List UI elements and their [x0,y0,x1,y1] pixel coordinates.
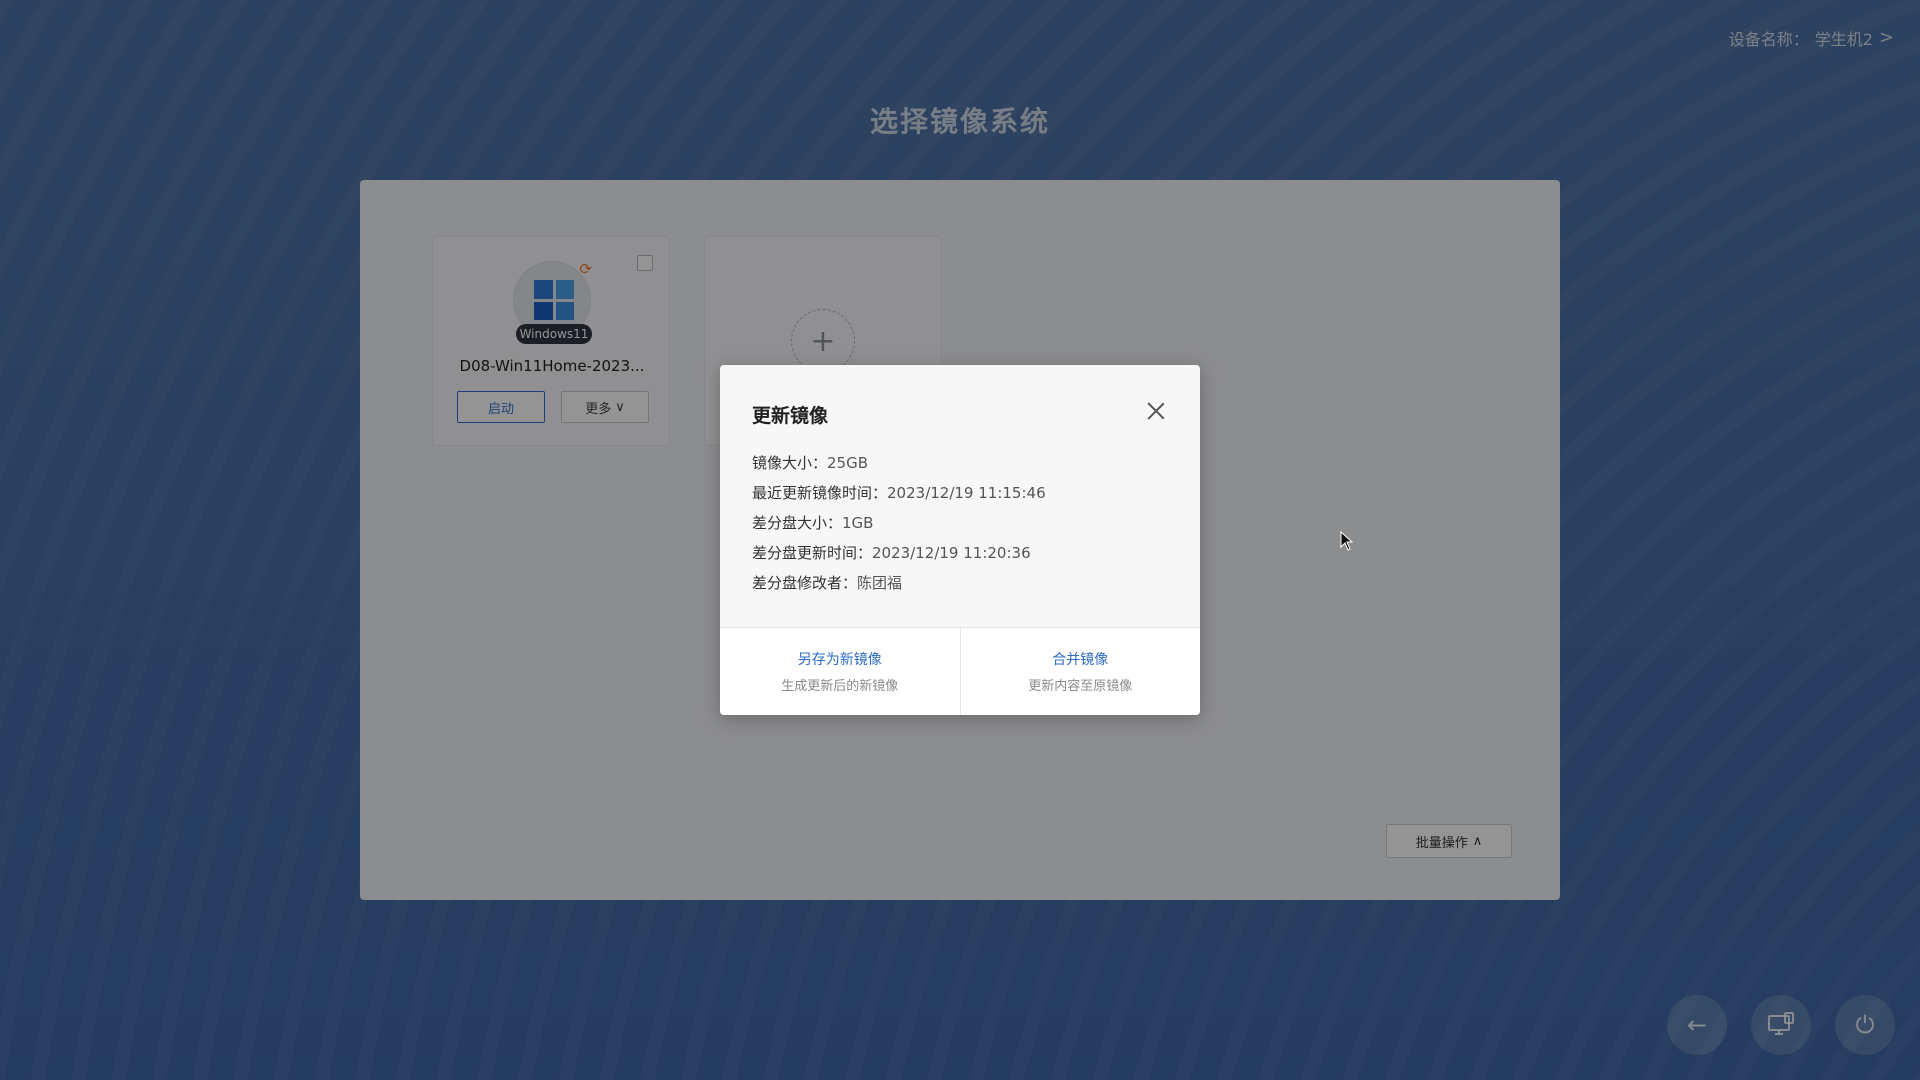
info-label: 差分盘修改者： [752,574,858,592]
mouse-cursor-icon [1340,531,1354,551]
info-row-image-size: 镜像大小：25GB [752,448,1046,478]
update-image-dialog: 更新镜像 镜像大小：25GB 最近更新镜像时间：2023/12/19 11:15… [720,365,1200,715]
info-label: 最近更新镜像时间： [752,484,888,502]
dialog-actions: 另存为新镜像 生成更新后的新镜像 合并镜像 更新内容至原镜像 [720,627,1200,715]
action-secondary-label: 更新内容至原镜像 [1028,679,1133,694]
image-info-list: 镜像大小：25GB 最近更新镜像时间：2023/12/19 11:15:46 差… [752,448,1046,598]
info-value: 1GB [842,514,874,532]
action-primary-label: 另存为新镜像 [797,652,882,668]
info-label: 差分盘大小： [752,514,843,532]
merge-image-button[interactable]: 合并镜像 更新内容至原镜像 [959,628,1201,715]
info-row-diff-modifier: 差分盘修改者：陈团福 [752,568,1046,598]
close-icon[interactable] [1146,401,1166,421]
action-secondary-label: 生成更新后的新镜像 [781,679,899,694]
save-as-new-image-button[interactable]: 另存为新镜像 生成更新后的新镜像 [720,628,960,715]
action-primary-label: 合并镜像 [1052,652,1109,668]
info-value: 2023/12/19 11:15:46 [887,484,1046,502]
info-value: 陈团福 [857,574,903,592]
info-label: 差分盘更新时间： [752,544,873,562]
info-row-diff-size: 差分盘大小：1GB [752,508,1046,538]
info-row-diff-update: 差分盘更新时间：2023/12/19 11:20:36 [752,538,1046,568]
dialog-title: 更新镜像 [752,405,829,427]
info-value: 25GB [827,454,869,472]
desktop: 设备名称： 学生机2 > 选择镜像系统 ⟳ Windows11 D08-Win1… [0,0,1920,1080]
info-label: 镜像大小： [752,454,828,472]
info-row-last-update: 最近更新镜像时间：2023/12/19 11:15:46 [752,478,1046,508]
info-value: 2023/12/19 11:20:36 [872,544,1031,562]
